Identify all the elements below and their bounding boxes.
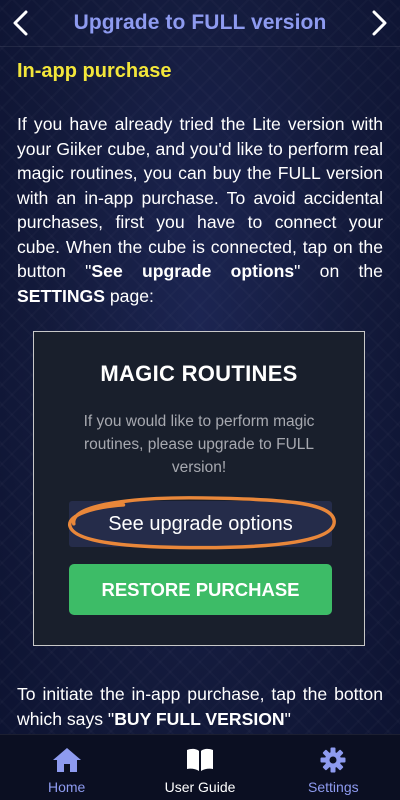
intro-text-3: page: — [104, 285, 154, 306]
tab-settings-label: Settings — [308, 779, 359, 795]
intro-text-2: " on the — [294, 261, 383, 281]
instruction-paragraph: To initiate the in-app purchase, tap the… — [17, 682, 383, 731]
bottom-tab-bar: Home User Guide Settings — [0, 734, 400, 800]
book-icon — [186, 748, 213, 771]
next-page-button[interactable] — [358, 0, 400, 46]
settings-screenshot: MAGIC ROUTINES If you would like to perf… — [33, 331, 365, 646]
restore-purchase-button: RESTORE PURCHASE — [69, 564, 332, 615]
intro-text-1: If you have already tried the Lite versi… — [17, 114, 383, 281]
previous-page-button[interactable] — [0, 0, 42, 46]
header-bar: Upgrade to FULL version — [0, 0, 400, 47]
intro-paragraph: If you have already tried the Lite versi… — [17, 112, 383, 308]
tab-home[interactable]: Home — [0, 735, 133, 800]
tab-settings[interactable]: Settings — [267, 735, 400, 800]
section-title: In-app purchase — [17, 60, 172, 82]
page-title: Upgrade to FULL version — [73, 11, 327, 34]
intro-bold-upgrade: See upgrade options — [91, 261, 295, 281]
tab-user-guide-label: User Guide — [164, 779, 236, 795]
chevron-left-icon — [13, 10, 28, 36]
screen: Upgrade to FULL version In-app purchase … — [0, 0, 400, 800]
screenshot-message: If you would like to perform magic routi… — [83, 413, 315, 476]
gear-icon — [320, 747, 346, 773]
screenshot-title: MAGIC ROUTINES — [100, 361, 298, 386]
see-upgrade-options-button: See upgrade options — [69, 501, 332, 547]
guide-content[interactable]: In-app purchase If you have already trie… — [0, 46, 400, 735]
instruction-bold-buy: BUY FULL VERSION — [114, 708, 285, 729]
tab-user-guide[interactable]: User Guide — [133, 735, 266, 800]
instruction-text-2: " — [284, 708, 291, 729]
home-icon — [52, 748, 81, 772]
tab-home-label: Home — [47, 779, 86, 795]
intro-bold-settings: SETTINGS — [17, 285, 105, 306]
chevron-right-icon — [372, 10, 387, 36]
